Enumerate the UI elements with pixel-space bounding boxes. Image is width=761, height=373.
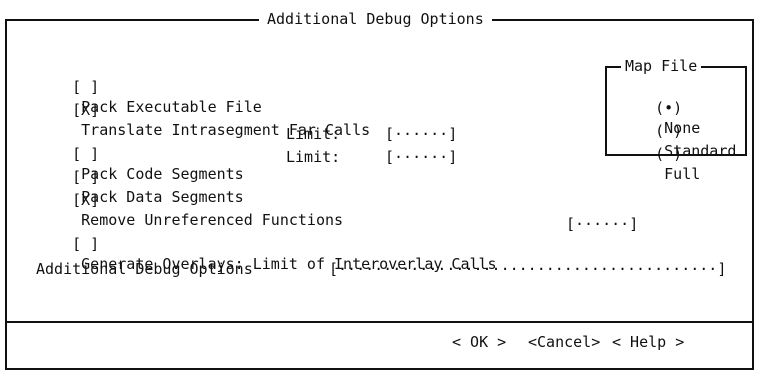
translate-far-calls-checkbox[interactable]: [X] [72, 101, 99, 119]
generate-overlays-checkbox-row[interactable]: [ ] Generate Overlays: Limit of Interove… [36, 214, 496, 294]
pack-data-limit-field[interactable]: [······] [385, 147, 457, 167]
ok-button[interactable]: < OK > [452, 332, 506, 352]
overlay-calls-limit-field[interactable]: [······] [566, 214, 638, 234]
help-button[interactable]: < Help > [612, 332, 684, 352]
map-file-full-label: Full [655, 165, 701, 183]
remove-unreferenced-checkbox[interactable]: [X] [72, 191, 99, 209]
generate-overlays-checkbox[interactable]: [ ] [72, 235, 99, 253]
cancel-button[interactable]: <Cancel> [528, 332, 600, 352]
dialog-title: Additional Debug Options [259, 9, 492, 29]
map-file-full-radio[interactable]: ( ) [655, 145, 682, 163]
map-file-title: Map File [621, 56, 702, 76]
pack-data-limit-label: Limit: [286, 148, 341, 166]
debug-options-label: Additional Debug Options [36, 260, 253, 278]
button-bar-separator [5, 321, 754, 323]
debug-options-input[interactable]: [·······································… [329, 259, 726, 279]
additional-debug-options-dialog: Additional Debug Options [ ] Pack Execut… [0, 0, 759, 371]
map-file-full-radio-row[interactable]: ( ) Full [619, 124, 700, 204]
pack-code-limit-field[interactable]: [······] [385, 124, 457, 144]
pack-code-limit-label: Limit: [286, 125, 341, 143]
